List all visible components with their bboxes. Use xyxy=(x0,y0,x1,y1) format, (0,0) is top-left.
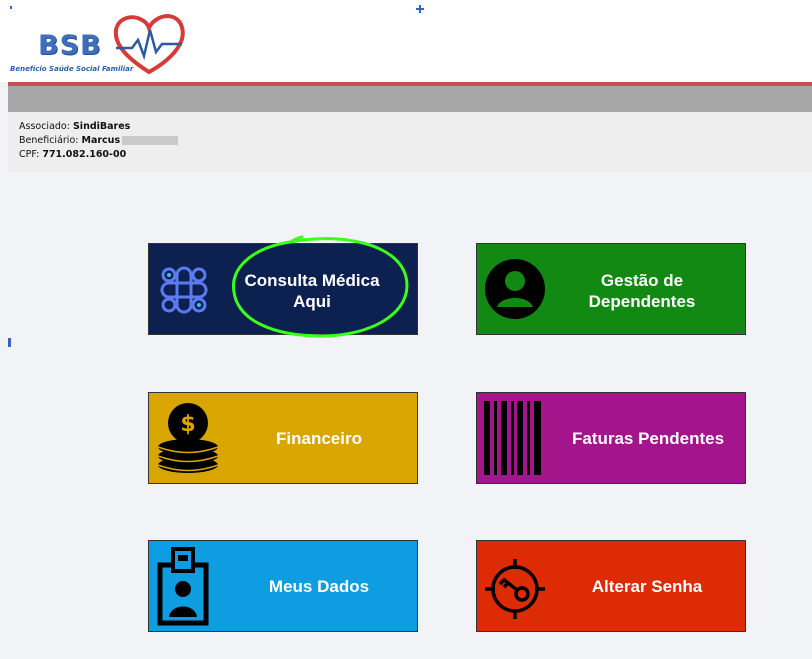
faturas-label: Faturas Pendentes xyxy=(571,429,725,448)
cpf-label: CPF: xyxy=(19,149,40,160)
beneficiario-label: Beneficiário: xyxy=(19,135,79,146)
svg-text:$: $ xyxy=(180,412,195,437)
logo-subtitle: Benefício Saúde Social Familiar xyxy=(10,65,134,73)
meus-dados-label: Meus Dados xyxy=(268,577,370,596)
blue-marker xyxy=(8,338,11,347)
associado-row: Associado: SindiBares xyxy=(19,121,130,132)
header: BSB Benefício Saúde Social Familiar xyxy=(0,0,812,82)
cpf-value: 771.082.160-00 xyxy=(42,149,127,160)
member-info: Associado: SindiBares Beneficiário: Marc… xyxy=(8,112,812,172)
person-icon xyxy=(485,259,545,319)
consulta-medica-button[interactable]: Consulta Médica Aqui xyxy=(148,243,418,335)
associado-label: Associado: xyxy=(19,121,70,132)
medical-cross-icon xyxy=(160,266,208,314)
alterar-senha-label: Alterar Senha xyxy=(591,577,703,596)
alterar-senha-button[interactable]: Alterar Senha xyxy=(476,540,746,632)
cpf-row: CPF: 771.082.160-00 xyxy=(19,149,126,160)
barcode-icon xyxy=(484,401,541,475)
beneficiario-row: Beneficiário: Marcus xyxy=(19,135,179,146)
coins-icon: $ xyxy=(157,403,219,473)
financeiro-button[interactable]: $ Financeiro xyxy=(148,392,418,484)
financeiro-label: Financeiro xyxy=(276,429,362,448)
consulta-label: Consulta Médica Aqui xyxy=(244,271,380,311)
id-badge-icon xyxy=(157,547,209,626)
logo[interactable]: BSB Benefício Saúde Social Familiar xyxy=(6,8,186,78)
associado-value: SindiBares xyxy=(72,121,131,132)
top-bar xyxy=(8,86,812,112)
beneficiario-value: Marcus xyxy=(81,135,121,146)
redacted-name xyxy=(122,136,179,145)
gestao-dependentes-button[interactable]: Gestão de Dependentes xyxy=(476,243,746,335)
meus-dados-button[interactable]: Meus Dados xyxy=(148,540,418,632)
key-target-icon xyxy=(485,559,545,619)
blue-tick xyxy=(419,5,421,13)
gestao-label: Gestão de Dependentes xyxy=(588,271,696,311)
faturas-pendentes-button[interactable]: Faturas Pendentes xyxy=(476,392,746,484)
logo-title: BSB xyxy=(38,30,102,61)
